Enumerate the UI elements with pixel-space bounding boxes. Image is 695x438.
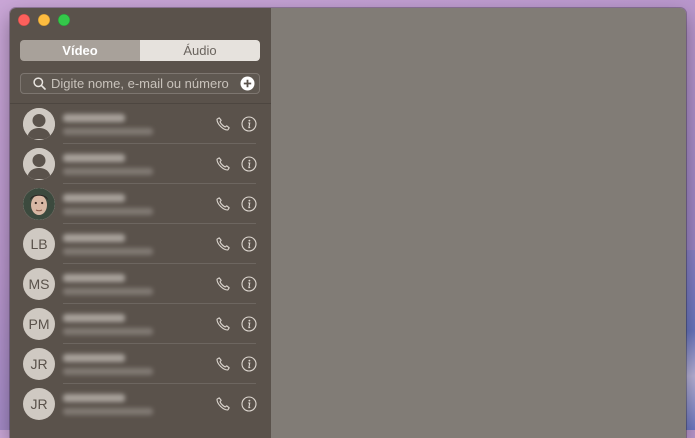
info-icon[interactable] (241, 196, 257, 212)
contact-name-redacted (63, 194, 125, 202)
contact-row[interactable]: LB (10, 224, 271, 264)
contact-name-redacted (63, 394, 125, 402)
close-button[interactable] (18, 14, 30, 26)
contact-detail-redacted (63, 368, 153, 375)
avatar (23, 148, 55, 180)
avatar: JR (23, 348, 55, 380)
avatar: LB (23, 228, 55, 260)
avatar-initials: MS (28, 276, 50, 292)
phone-icon[interactable] (215, 236, 231, 252)
avatar: PM (23, 308, 55, 340)
info-icon[interactable] (241, 356, 257, 372)
avatar (23, 108, 55, 140)
contact-list: LB MS PM JR JR (10, 104, 271, 424)
phone-icon[interactable] (215, 156, 231, 172)
avatar-initials: JR (30, 396, 48, 412)
person-silhouette-icon (23, 148, 55, 180)
contact-name-redacted (63, 274, 125, 282)
avatar-initials: PM (28, 316, 50, 332)
contact-name-redacted (63, 314, 125, 322)
sidebar: Vídeo Áudio Digite nome, e-mail ou númer… (10, 8, 271, 438)
video-preview-area (271, 8, 686, 438)
add-contact-icon[interactable] (239, 76, 255, 92)
contact-row[interactable]: JR (10, 384, 271, 424)
avatar: JR (23, 388, 55, 420)
phone-icon[interactable] (215, 356, 231, 372)
avatar-photo (23, 188, 55, 220)
info-icon[interactable] (241, 396, 257, 412)
phone-icon[interactable] (215, 276, 231, 292)
phone-icon[interactable] (215, 316, 231, 332)
contact-detail-redacted (63, 288, 153, 295)
person-silhouette-icon (23, 108, 55, 140)
contact-detail-redacted (63, 128, 153, 135)
contact-name-redacted (63, 114, 125, 122)
search-input[interactable] (47, 76, 239, 91)
avatar: MS (23, 268, 55, 300)
contact-row[interactable] (10, 144, 271, 184)
contact-row[interactable] (10, 104, 271, 144)
info-icon[interactable] (241, 236, 257, 252)
contact-row[interactable] (10, 184, 271, 224)
info-icon[interactable] (241, 116, 257, 132)
phone-icon[interactable] (215, 196, 231, 212)
contact-detail-redacted (63, 408, 153, 415)
avatar-initials: JR (30, 356, 48, 372)
mode-segmented-control: Vídeo Áudio (20, 40, 260, 61)
avatar-initials: LB (30, 236, 48, 252)
fullscreen-button[interactable] (58, 14, 70, 26)
phone-icon[interactable] (215, 396, 231, 412)
search-field (20, 73, 260, 94)
info-icon[interactable] (241, 316, 257, 332)
contact-detail-redacted (63, 168, 153, 175)
window-controls (18, 14, 70, 26)
contact-name-redacted (63, 234, 125, 242)
minimize-button[interactable] (38, 14, 50, 26)
contact-row[interactable]: JR (10, 344, 271, 384)
contact-detail-redacted (63, 248, 153, 255)
info-icon[interactable] (241, 156, 257, 172)
contact-detail-redacted (63, 328, 153, 335)
contact-detail-redacted (63, 208, 153, 215)
contact-row[interactable]: PM (10, 304, 271, 344)
search-icon (31, 76, 47, 92)
facetime-window: Vídeo Áudio Digite nome, e-mail ou númer… (10, 8, 686, 438)
tab-video[interactable]: Vídeo (20, 40, 140, 61)
contact-name-redacted (63, 154, 125, 162)
contact-photo (23, 188, 55, 220)
tab-audio[interactable]: Áudio (140, 40, 260, 61)
contact-name-redacted (63, 354, 125, 362)
phone-icon[interactable] (215, 116, 231, 132)
info-icon[interactable] (241, 276, 257, 292)
contact-row[interactable]: MS (10, 264, 271, 304)
